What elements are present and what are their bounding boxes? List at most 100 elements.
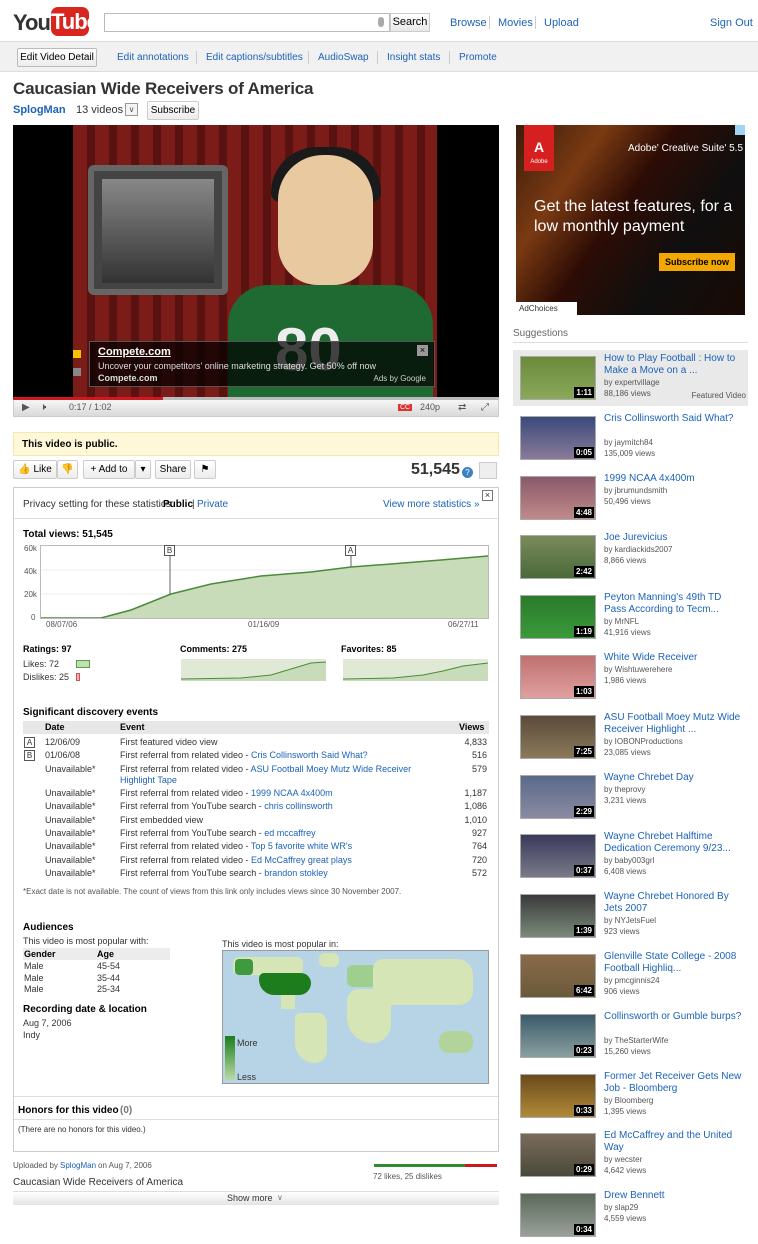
like-button[interactable]: 👍 Like <box>13 460 57 479</box>
channel-link[interactable]: SplogMan <box>13 104 66 116</box>
close-icon[interactable]: × <box>482 490 493 501</box>
edit-annotations-link[interactable]: Edit annotations <box>117 52 189 63</box>
suggestion-title[interactable]: Drew Bennett <box>604 1190 744 1202</box>
expand-icon[interactable]: ⇄ <box>458 402 466 413</box>
suggestion-thumbnail[interactable]: 0:34 <box>520 1193 596 1238</box>
search-input[interactable] <box>104 13 390 32</box>
uploader-link[interactable]: SplogMan <box>60 1161 96 1170</box>
chart-marker-b[interactable]: B <box>164 545 175 556</box>
fullscreen-icon[interactable]: ⤢ <box>481 402 489 413</box>
suggestion-thumbnail[interactable]: 1:11 <box>520 356 596 400</box>
add-to-dropdown[interactable]: ▾ <box>135 460 151 479</box>
overlay-ad-title[interactable]: Compete.com <box>98 346 171 358</box>
sign-out-link[interactable]: Sign Out <box>710 17 753 29</box>
chevron-down-icon[interactable]: ∨ <box>125 103 138 116</box>
suggestion-item[interactable]: 7:25 ASU Football Moey Mutz Wide Receiver… <box>513 709 748 765</box>
suggestion-thumbnail[interactable]: 0:29 <box>520 1133 596 1178</box>
suggestion-thumbnail[interactable]: 6:42 <box>520 954 596 998</box>
volume-icon[interactable]: 🕨 <box>40 402 46 413</box>
overlay-ad-url[interactable]: Compete.com <box>98 373 158 383</box>
suggestion-item[interactable]: 1:39 Wayne Chrebet Honored By Jets 2007 by… <box>513 888 748 944</box>
suggestion-title[interactable]: ASU Football Moey Mutz Wide Receiver Hig… <box>604 712 744 736</box>
suggestion-title[interactable]: 1999 NCAA 4x400m <box>604 473 744 485</box>
suggestion-thumbnail[interactable]: 2:42 <box>520 535 596 580</box>
show-more-button[interactable]: Show more ∨ <box>13 1191 499 1205</box>
suggestion-item[interactable]: 0:33 Former Jet Receiver Gets New Job - B… <box>513 1068 748 1124</box>
suggestion-title[interactable]: Ed McCaffrey and the United Way <box>604 1130 744 1154</box>
info-icon[interactable]: ? <box>462 467 473 478</box>
overlay-ad[interactable]: Compete.com Uncover your competitors' on… <box>89 341 435 387</box>
event-link[interactable]: Top 5 favorite white WR's <box>251 841 352 851</box>
suggestion-title[interactable]: Former Jet Receiver Gets New Job - Bloom… <box>604 1071 744 1095</box>
edit-captions-link[interactable]: Edit captions/subtitles <box>206 52 303 63</box>
suggestion-item[interactable]: 4:48 1999 NCAA 4x400m by jbrumundsmith 50,4… <box>513 470 748 526</box>
promote-link[interactable]: Promote <box>459 52 497 63</box>
nav-movies[interactable]: Movies <box>498 17 533 29</box>
suggestion-item[interactable]: 0:29 Ed McCaffrey and the United Way by we… <box>513 1127 748 1183</box>
suggestion-thumbnail[interactable]: 1:39 <box>520 894 596 939</box>
nav-browse[interactable]: Browse <box>450 17 487 29</box>
suggestion-item[interactable]: 1:19 Peyton Manning's 49th TD Pass Accord… <box>513 589 748 645</box>
suggestion-item[interactable]: 0:37 Wayne Chrebet Halftime Dedication Ce… <box>513 828 748 884</box>
subscribe-button[interactable]: Subscribe <box>147 101 199 120</box>
suggestion-item[interactable]: 2:42 Joe Jurevicius by kardiackids2007 8,86… <box>513 529 748 585</box>
adchoices-icon[interactable] <box>735 125 745 135</box>
suggestion-item[interactable]: 1:03 White Wide Receiver by Wishtuwerehere… <box>513 649 748 705</box>
microphone-icon[interactable] <box>378 17 384 27</box>
suggestion-thumbnail[interactable]: 4:48 <box>520 475 596 520</box>
sidebar-ad[interactable]: A Adobe Adobe' Creative Suite' 5.5 Get th… <box>516 125 745 315</box>
quality-selector[interactable]: 240p <box>420 402 440 412</box>
dislike-button[interactable]: 👎 <box>57 460 78 479</box>
suggestion-item[interactable]: 2:29 Wayne Chrebet Day by theprovy 3,231 vi… <box>513 769 748 825</box>
share-button[interactable]: Share <box>155 460 191 479</box>
suggestion-title[interactable]: Wayne Chrebet Day <box>604 772 744 784</box>
privacy-private-link[interactable]: Private <box>197 499 228 510</box>
stats-chart-button[interactable] <box>479 462 497 479</box>
suggestion-title[interactable]: Glenville State College - 2008 Football … <box>604 951 744 975</box>
video-player[interactable]: 80 Compete.com Uncover your competitors'… <box>13 125 499 399</box>
event-link[interactable]: 1999 NCAA 4x400m <box>251 788 333 798</box>
event-marker[interactable]: B <box>24 750 35 762</box>
suggestion-thumbnail[interactable]: 0:23 <box>520 1013 596 1058</box>
suggestion-item[interactable]: 0:23 Collinsworth or Gumble burps? by TheS… <box>513 1008 748 1064</box>
suggestion-item[interactable]: 0:34 Drew Bennett by slap29 4,559 views <box>513 1187 748 1243</box>
search-button[interactable]: Search <box>390 13 430 32</box>
event-link[interactable]: Cris Collinsworth Said What? <box>251 750 368 760</box>
add-to-button[interactable]: + Add to <box>83 460 135 479</box>
suggestion-item[interactable]: 0:05 Cris Collinsworth Said What? by jaymi… <box>513 410 748 466</box>
suggestion-thumbnail[interactable]: 0:37 <box>520 834 596 879</box>
suggestion-thumbnail[interactable]: 7:25 <box>520 714 596 759</box>
insight-stats-link[interactable]: Insight stats <box>387 52 440 63</box>
suggestion-title[interactable]: White Wide Receiver <box>604 652 744 664</box>
nav-upload[interactable]: Upload <box>544 17 579 29</box>
suggestion-thumbnail[interactable]: 0:33 <box>520 1073 596 1118</box>
ad-subscribe-button[interactable]: Subscribe now <box>659 253 735 271</box>
edit-video-detail-button[interactable]: Edit Video Detail <box>17 48 97 67</box>
suggestion-title[interactable]: How to Play Football : How to Make a Mov… <box>604 353 744 377</box>
suggestion-title[interactable]: Cris Collinsworth Said What? <box>604 413 744 425</box>
event-link[interactable]: Ed McCaffrey great plays <box>251 855 352 865</box>
audioswap-link[interactable]: AudioSwap <box>318 52 369 63</box>
youtube-logo[interactable]: You Tube <box>13 7 99 36</box>
view-more-statistics-link[interactable]: View more statistics » <box>383 499 480 510</box>
chart-marker-a[interactable]: A <box>345 545 356 556</box>
suggestion-thumbnail[interactable]: 0:05 <box>520 415 596 460</box>
suggestion-title[interactable]: Wayne Chrebet Halftime Dedication Ceremo… <box>604 831 744 855</box>
play-icon[interactable]: ▶ <box>22 402 30 413</box>
adchoices-link[interactable]: AdChoices <box>516 302 577 315</box>
suggestion-thumbnail[interactable]: 2:29 <box>520 774 596 819</box>
event-marker[interactable]: A <box>24 737 35 748</box>
event-link[interactable]: ed mccaffrey <box>264 828 315 838</box>
suggestion-title[interactable]: Wayne Chrebet Honored By Jets 2007 <box>604 891 744 915</box>
flag-button[interactable]: ⚑ <box>194 460 216 479</box>
suggestion-title[interactable]: Joe Jurevicius <box>604 532 744 544</box>
suggestion-thumbnail[interactable]: 1:19 <box>520 595 596 640</box>
suggestion-item[interactable]: 6:42 Glenville State College - 2008 Footb… <box>513 948 748 1004</box>
event-link[interactable]: chris collinsworth <box>264 801 333 811</box>
close-icon[interactable]: × <box>417 345 428 356</box>
event-link[interactable]: brandon stokley <box>264 868 328 878</box>
captions-icon[interactable]: CC <box>398 404 413 411</box>
popularity-map[interactable] <box>222 950 489 1084</box>
suggestion-item[interactable]: 1:11 How to Play Football : How to Make a… <box>513 350 748 406</box>
suggestion-title[interactable]: Collinsworth or Gumble burps? <box>604 1011 744 1023</box>
